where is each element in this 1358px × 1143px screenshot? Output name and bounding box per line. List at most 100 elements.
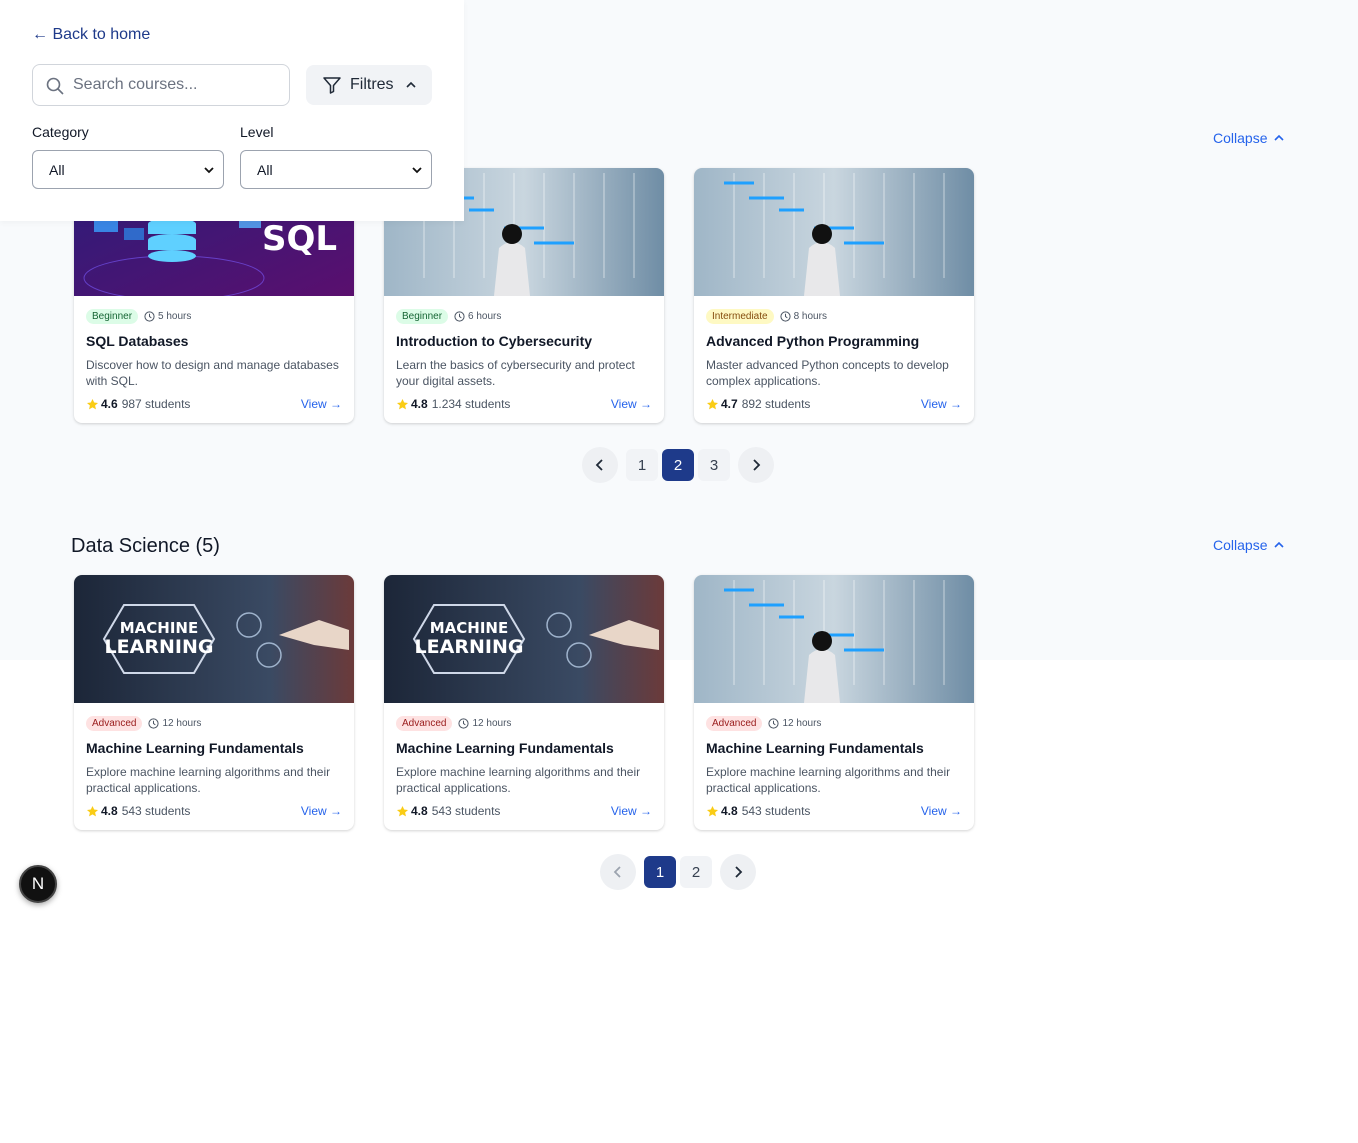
course-meta: Advanced 12 hours: [396, 716, 511, 731]
previous-page-button[interactable]: [582, 447, 618, 483]
level-label: Level: [240, 124, 274, 140]
course-description: Explore machine learning algorithms and …: [396, 765, 641, 795]
svg-text:LEARNING: LEARNING: [105, 636, 214, 658]
svg-text:SQL: SQL: [262, 219, 337, 259]
chevron-left-icon: [595, 459, 603, 471]
clock-icon: [768, 718, 780, 729]
duration-text: 6 hours: [468, 311, 502, 322]
chevron-up-icon: [405, 81, 416, 88]
course-duration: 12 hours: [148, 718, 201, 729]
search-box: [32, 64, 290, 106]
project-chart-thumbnail: [694, 575, 974, 703]
duration-text: 12 hours: [472, 718, 512, 729]
level-badge: Beginner: [396, 309, 449, 324]
student-count: 543 students: [431, 804, 501, 818]
duration-text: 12 hours: [782, 718, 822, 729]
student-count: 543 students: [121, 804, 191, 818]
course-meta: Beginner 5 hours: [86, 309, 191, 324]
page-button[interactable]: 2: [662, 449, 694, 481]
page-button[interactable]: 1: [626, 449, 658, 481]
course-description: Learn the basics of cybersecurity and pr…: [396, 358, 635, 388]
course-rating: 4.6 987 students: [86, 397, 190, 411]
star-icon: [86, 805, 99, 816]
view-course-link[interactable]: View →: [611, 397, 652, 411]
star-icon: [396, 398, 409, 409]
chevron-right-icon: [753, 459, 761, 471]
rating-score: 4.7: [721, 397, 738, 411]
svg-text:LEARNING: LEARNING: [415, 636, 524, 658]
course-title: Introduction to Cybersecurity: [396, 333, 593, 349]
rating-score: 4.6: [101, 397, 118, 411]
back-to-home-link[interactable]: ← Back to home: [32, 26, 150, 44]
student-count: 892 students: [741, 397, 811, 411]
course-duration: 12 hours: [458, 718, 511, 729]
level-select[interactable]: All: [240, 150, 432, 189]
view-course-link[interactable]: View →: [301, 804, 342, 818]
next-page-button[interactable]: [720, 854, 756, 890]
filter-panel: ← Back to home Filtres Category All Leve…: [0, 0, 464, 221]
star-icon: [396, 805, 409, 816]
star-icon: [706, 398, 719, 409]
clock-icon: [148, 718, 160, 729]
level-badge: Intermediate: [706, 309, 774, 324]
view-course-link[interactable]: View →: [921, 397, 962, 411]
student-count: 987 students: [121, 397, 191, 411]
collapse-button-section-1[interactable]: Collapse: [1213, 130, 1285, 146]
course-rating: 4.8 543 students: [706, 804, 810, 818]
clock-icon: [454, 311, 465, 322]
level-value: All: [257, 161, 273, 178]
category-value: All: [49, 161, 65, 178]
rating-score: 4.8: [411, 397, 428, 411]
view-course-link[interactable]: View →: [301, 397, 342, 411]
course-card[interactable]: MACHINE LEARNING Advanced 12 hours Machi…: [384, 575, 664, 830]
course-thumbnail: [694, 168, 974, 296]
course-rating: 4.7 892 students: [706, 397, 810, 411]
course-meta: Advanced 12 hours: [706, 716, 821, 731]
course-description: Discover how to design and manage databa…: [86, 358, 339, 388]
course-thumbnail: [694, 575, 974, 703]
view-course-link[interactable]: View →: [611, 804, 652, 818]
course-thumbnail: MACHINE LEARNING: [74, 575, 354, 703]
page-button[interactable]: 3: [698, 449, 730, 481]
category-label: Category: [32, 124, 89, 140]
level-badge: Advanced: [706, 716, 763, 731]
chevron-left-icon: [613, 866, 621, 878]
next-page-button[interactable]: [738, 447, 774, 483]
course-description: Explore machine learning algorithms and …: [86, 765, 331, 795]
course-title: Advanced Python Programming: [706, 333, 920, 349]
collapse-label: Collapse: [1213, 130, 1268, 146]
search-input[interactable]: [73, 65, 283, 105]
svg-text:MACHINE: MACHINE: [430, 619, 508, 637]
filter-icon: [323, 77, 341, 94]
svg-text:MACHINE: MACHINE: [120, 619, 198, 637]
chevron-up-icon: [1274, 541, 1285, 548]
clock-icon: [458, 718, 470, 729]
previous-page-button[interactable]: [600, 854, 636, 890]
course-card[interactable]: Intermediate 8 hours Advanced Python Pro…: [694, 168, 974, 423]
star-icon: [86, 398, 99, 409]
duration-text: 8 hours: [793, 311, 827, 322]
category-select[interactable]: All: [32, 150, 224, 189]
course-meta: Beginner 6 hours: [396, 309, 501, 324]
course-card[interactable]: MACHINE LEARNING Advanced 12 hours Machi…: [74, 575, 354, 830]
star-icon: [706, 805, 719, 816]
student-count: 543 students: [741, 804, 811, 818]
course-duration: 8 hours: [780, 311, 827, 322]
student-count: 1.234 students: [431, 397, 511, 411]
chevron-right-icon: [735, 866, 743, 878]
level-badge: Advanced: [86, 716, 143, 731]
page-button[interactable]: 1: [644, 856, 676, 888]
duration-text: 5 hours: [158, 311, 192, 322]
filters-toggle-button[interactable]: Filtres: [306, 65, 432, 105]
section-title: Data Science (5): [71, 535, 220, 557]
course-rating: 4.8 1.234 students: [396, 397, 510, 411]
page-button[interactable]: 2: [680, 856, 712, 888]
collapse-button-section-2[interactable]: Collapse: [1213, 537, 1285, 553]
course-card[interactable]: Advanced 12 hours Machine Learning Funda…: [694, 575, 974, 830]
project-chart-thumbnail: [694, 168, 974, 296]
dev-tools-badge[interactable]: N: [19, 865, 57, 903]
view-course-link[interactable]: View →: [921, 804, 962, 818]
filters-button-label: Filtres: [350, 76, 394, 93]
machine-learning-thumbnail: MACHINE LEARNING: [384, 575, 664, 703]
course-rating: 4.8 543 students: [396, 804, 500, 818]
